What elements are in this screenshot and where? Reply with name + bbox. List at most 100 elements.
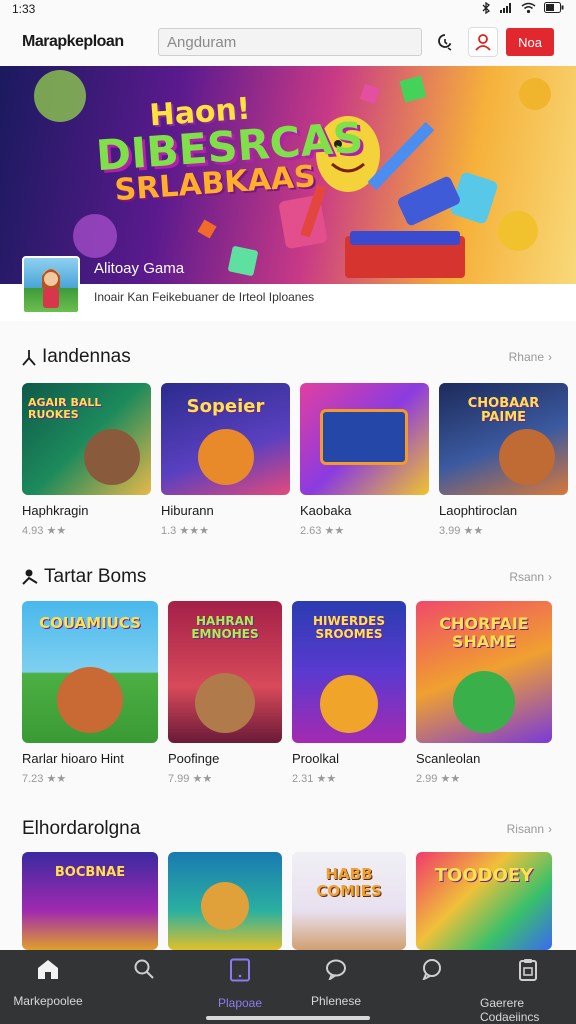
app-card[interactable]: Kaobaka 2.63 ★★ bbox=[300, 383, 429, 537]
app-card-name: Scanleolan bbox=[416, 751, 481, 766]
search-input[interactable] bbox=[167, 33, 414, 51]
app-card-art-title: CHORFAIE SHAME bbox=[439, 614, 529, 651]
featured-app-description: Inoair Kan Feikebuaner de Irteol Iploane… bbox=[94, 290, 315, 304]
app-card-rating: 2.31 ★★ bbox=[292, 773, 337, 785]
app-card[interactable]: COUAMIUCS Rarlar hioaro Hint 7.23 ★★ bbox=[22, 601, 158, 785]
nav-item-marketplace[interactable]: Markepoolee bbox=[0, 950, 96, 1024]
app-card[interactable] bbox=[168, 852, 282, 950]
app-card[interactable]: TOODOEY bbox=[416, 852, 552, 950]
nav-item-codes[interactable]: Gaerere Codaeiincs bbox=[480, 950, 576, 1024]
app-card-rating: 2.63 ★★ bbox=[300, 525, 345, 537]
character-art bbox=[201, 882, 249, 930]
status-bar: 1:33 bbox=[0, 0, 576, 18]
app-card-name: Rarlar hioaro Hint bbox=[22, 751, 124, 766]
app-card-name: Laophtiroclan bbox=[439, 503, 518, 518]
app-card-art: HABB COMIES bbox=[292, 852, 406, 950]
app-card-rating: 7.99 ★★ bbox=[168, 773, 213, 785]
see-more-link[interactable]: Rhane › bbox=[509, 350, 552, 364]
tablet-art bbox=[320, 409, 408, 465]
user-icon bbox=[475, 34, 491, 51]
nav-item-messages[interactable] bbox=[384, 950, 480, 1024]
app-card[interactable]: CHORFAIE SHAME Scanleolan 2.99 ★★ bbox=[416, 601, 552, 785]
app-card-art: AGAIR BALL RUOKES bbox=[22, 383, 151, 495]
app-card-art-title: AGAIR BALL RUOKES bbox=[28, 396, 102, 422]
section-title: Elhordarolgna bbox=[22, 818, 140, 840]
character-art bbox=[195, 673, 255, 733]
app-card-name: Kaobaka bbox=[300, 503, 352, 518]
app-card[interactable]: CHOBAAR PAIME Laophtiroclan 3.99 ★★ bbox=[439, 383, 568, 537]
app-card-art bbox=[300, 383, 429, 495]
app-card[interactable]: HIWERDES SROOMES Proolkal 2.31 ★★ bbox=[292, 601, 406, 785]
section-title-text: Elhordarolgna bbox=[22, 818, 141, 839]
character-art bbox=[57, 667, 123, 733]
see-more-label: Rsann bbox=[509, 570, 544, 584]
app-card-art-title: CHOBAAR PAIME bbox=[467, 396, 540, 426]
app-card-rating: 3.99 ★★ bbox=[439, 525, 484, 537]
star-icon: ★★ bbox=[46, 773, 67, 785]
app-row: COUAMIUCS Rarlar hioaro Hint 7.23 ★★ HAH… bbox=[22, 601, 554, 785]
featured-app-icon-art bbox=[42, 269, 60, 308]
app-card-name: Haphkragin bbox=[22, 503, 89, 518]
app-card-art-title: Sopeier bbox=[186, 396, 265, 417]
bell-icon bbox=[438, 34, 452, 51]
account-button[interactable] bbox=[468, 27, 499, 57]
star-icon: ★★ bbox=[46, 525, 67, 537]
nav-item-play[interactable]: Plapoae bbox=[192, 950, 288, 1024]
section-title-text: Iandennas bbox=[42, 346, 131, 367]
section-header: Tartar Boms Rsann › bbox=[22, 566, 552, 588]
app-card-art-title: COUAMIUCS bbox=[39, 614, 141, 632]
app-logo[interactable]: Marapkeploan bbox=[22, 33, 150, 51]
app-card[interactable]: AGAIR BALL RUOKES Haphkragin 4.93 ★★ bbox=[22, 383, 151, 537]
search-icon bbox=[134, 959, 154, 979]
nav-label: Gaerere Codaeiincs bbox=[480, 996, 540, 1024]
app-card[interactable]: HABB COMIES bbox=[292, 852, 406, 950]
chevron-right-icon: › bbox=[548, 570, 552, 584]
banner-artwork: Haon! DIBESRCAS SRLABKAAS bbox=[0, 66, 576, 284]
section-header: Iandennas Rhane › bbox=[22, 346, 552, 368]
home-indicator[interactable] bbox=[206, 1016, 370, 1020]
app-card-art: BOCBNAE bbox=[22, 852, 158, 950]
app-card-rating: 4.93 ★★ bbox=[22, 525, 67, 537]
search-bar[interactable] bbox=[158, 28, 423, 56]
nav-label: Markepoolee bbox=[13, 994, 83, 1008]
app-card-art-title: HABB COMIES bbox=[316, 865, 382, 900]
featured-banner[interactable]: Haon! DIBESRCAS SRLABKAAS Alitoay Gama I… bbox=[0, 66, 576, 321]
app-card-name: Poofinge bbox=[168, 751, 220, 766]
section-title: Tartar Boms bbox=[22, 566, 146, 588]
app-card-name: Proolkal bbox=[292, 751, 339, 766]
app-card-art: CHORFAIE SHAME bbox=[416, 601, 552, 743]
featured-app-icon[interactable] bbox=[22, 256, 80, 314]
bubble-icon bbox=[422, 959, 441, 980]
app-card[interactable]: BOCBNAE bbox=[22, 852, 158, 950]
status-icons bbox=[481, 1, 564, 17]
signal-icon bbox=[499, 2, 513, 17]
app-card-art: HAHRAN EMNOHES bbox=[168, 601, 282, 743]
star-icon: ★★ bbox=[316, 773, 337, 785]
character-art bbox=[197, 429, 254, 485]
star-icon: ★★★ bbox=[179, 525, 209, 537]
see-more-link[interactable]: Risann › bbox=[507, 822, 552, 836]
clipboard-icon bbox=[519, 959, 537, 981]
nav-item-search[interactable] bbox=[96, 950, 192, 1024]
wifi-icon bbox=[521, 2, 536, 17]
app-card-art: TOODOEY bbox=[416, 852, 552, 950]
section-marker-icon bbox=[22, 350, 36, 366]
cta-button[interactable]: Noa bbox=[506, 28, 554, 56]
app-card[interactable]: Sopeier Hiburann 1.3 ★★★ bbox=[161, 383, 290, 537]
status-time: 1:33 bbox=[12, 2, 36, 16]
app-card-rating: 1.3 ★★★ bbox=[161, 525, 209, 537]
app-card-art-title: HIWERDES SROOMES bbox=[313, 614, 385, 642]
character-art bbox=[84, 429, 140, 485]
app-row: BOCBNAE HABB COMIES TOODOEY bbox=[22, 852, 554, 950]
see-more-link[interactable]: Rsann › bbox=[509, 570, 552, 584]
section-title-text: Tartar Boms bbox=[44, 566, 147, 587]
chat-icon bbox=[326, 959, 346, 980]
bluetooth-icon bbox=[481, 1, 491, 17]
nav-item-chats[interactable]: Phlenese bbox=[288, 950, 384, 1024]
notification-button[interactable] bbox=[430, 27, 460, 57]
app-card[interactable]: HAHRAN EMNOHES Poofinge 7.99 ★★ bbox=[168, 601, 282, 785]
app-card-art: COUAMIUCS bbox=[22, 601, 158, 743]
app-row: AGAIR BALL RUOKES Haphkragin 4.93 ★★ Sop… bbox=[22, 383, 568, 537]
app-card-art-title: BOCBNAE bbox=[54, 865, 126, 880]
top-bar: Marapkeploan Noa bbox=[0, 20, 576, 64]
